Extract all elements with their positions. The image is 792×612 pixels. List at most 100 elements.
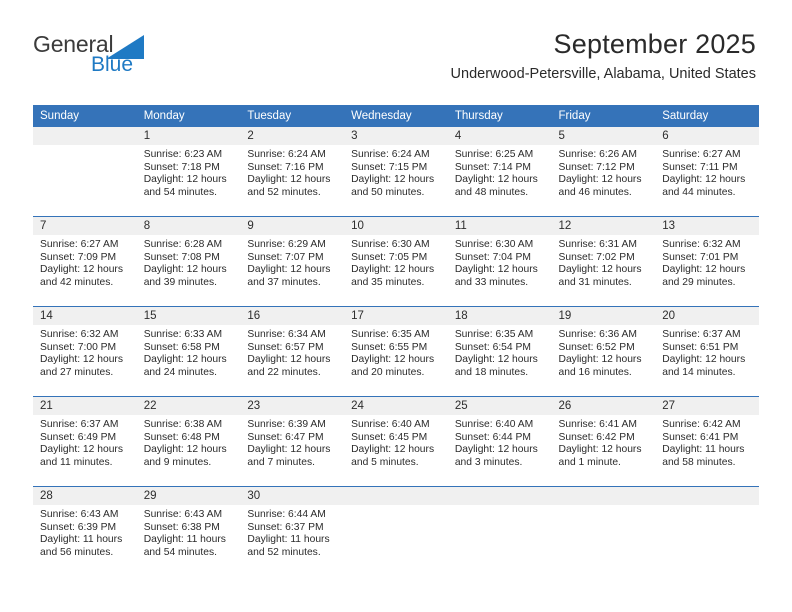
day-cell[interactable]: 13 Sunrise: 6:32 AM Sunset: 7:01 PM Dayligh… [655,217,759,306]
daylight-text-line1: Daylight: 12 hours [143,444,227,456]
sunrise-text: Sunrise: 6:38 AM [143,419,223,430]
daylight-text-line2: and 46 minutes. [558,186,632,198]
sunrise-text: Sunrise: 6:29 AM [247,239,326,250]
sunrise-text: Sunrise: 6:27 AM [40,239,119,250]
sunrise-text: Sunrise: 6:37 AM [40,419,119,430]
day-cell[interactable]: 30 Sunrise: 6:44 AM Sunset: 6:37 PM Dayligh… [240,487,345,576]
day-cell[interactable]: 22 Sunrise: 6:38 AM Sunset: 6:48 PM Dayligh… [136,397,241,486]
day-cell[interactable]: 7 Sunrise: 6:27 AM Sunset: 7:09 PM Daylight… [33,217,137,306]
calendar-cell: 16 Sunrise: 6:34 AM Sunset: 6:57 PM Dayligh… [240,306,345,397]
daylight-text-line1: Daylight: 12 hours [351,354,435,366]
calendar-cell: 23 Sunrise: 6:39 AM Sunset: 6:47 PM Dayligh… [240,396,345,487]
sunrise-text: Sunrise: 6:30 AM [454,239,534,250]
calendar-cell: 2 Sunrise: 6:24 AM Sunset: 7:16 PM Daylight… [240,127,345,217]
weekday-header-tuesday: Tuesday [240,105,345,127]
calendar-cell: 7 Sunrise: 6:27 AM Sunset: 7:09 PM Daylight… [33,216,137,307]
calendar-cell: 24 Sunrise: 6:40 AM Sunset: 6:45 PM Dayligh… [344,396,448,487]
day-details: Sunrise: 6:31 AM Sunset: 7:02 PM Daylight:… [552,235,656,289]
sunrise-sunset-calendar: Sunday Monday Tuesday Wednesday Thursday… [33,105,759,576]
daylight-text-line2: and 50 minutes. [351,186,425,198]
day-number: 22 [136,397,241,415]
daylight-text-line2: and 11 minutes. [40,456,113,468]
day-cell[interactable]: 1 Sunrise: 6:23 AM Sunset: 7:18 PM Daylight… [136,127,241,216]
day-details: Sunrise: 6:24 AM Sunset: 7:16 PM Daylight:… [240,145,344,199]
sunrise-text: Sunrise: 6:25 AM [454,149,534,160]
day-number: 19 [551,307,656,325]
day-cell[interactable]: 15 Sunrise: 6:33 AM Sunset: 6:58 PM Dayligh… [136,307,241,396]
calendar-cell: 11 Sunrise: 6:30 AM Sunset: 7:04 PM Dayligh… [447,216,552,307]
day-cell[interactable]: 10 Sunrise: 6:30 AM Sunset: 7:05 PM Dayligh… [344,217,448,306]
day-number: 21 [33,397,137,415]
day-cell[interactable]: 8 Sunrise: 6:28 AM Sunset: 7:08 PM Daylight… [136,217,241,306]
day-details: Sunrise: 6:34 AM Sunset: 6:57 PM Daylight:… [240,325,344,379]
page-header: General Blue September 2025 Underwood-Pe… [0,0,792,82]
sunrise-text: Sunrise: 6:42 AM [662,419,741,430]
daylight-text-line1: Daylight: 11 hours [143,534,226,546]
sunset-text: Sunset: 7:09 PM [40,251,117,263]
daylight-text-line1: Daylight: 12 hours [351,444,435,456]
day-number: 4 [447,127,552,145]
day-cell[interactable]: 27 Sunrise: 6:42 AM Sunset: 6:41 PM Dayligh… [655,397,759,486]
weekday-header-thursday: Thursday [447,105,552,127]
day-number: 14 [33,307,137,325]
day-details: Sunrise: 6:35 AM Sunset: 6:54 PM Daylight:… [448,325,552,379]
calendar-cell: 20 Sunrise: 6:37 AM Sunset: 6:51 PM Dayligh… [655,306,759,397]
day-cell[interactable]: 23 Sunrise: 6:39 AM Sunset: 6:47 PM Dayligh… [240,397,345,486]
daylight-text-line2: and 54 minutes. [143,546,217,558]
day-cell[interactable]: 26 Sunrise: 6:41 AM Sunset: 6:42 PM Dayligh… [551,397,656,486]
day-details: Sunrise: 6:43 AM Sunset: 6:38 PM Daylight:… [137,505,241,559]
day-cell[interactable]: 14 Sunrise: 6:32 AM Sunset: 7:00 PM Dayligh… [33,307,137,396]
day-cell[interactable]: 12 Sunrise: 6:31 AM Sunset: 7:02 PM Dayligh… [551,217,656,306]
day-cell[interactable]: 4 Sunrise: 6:25 AM Sunset: 7:14 PM Daylight… [447,127,552,216]
day-cell[interactable]: 25 Sunrise: 6:40 AM Sunset: 6:44 PM Dayligh… [447,397,552,486]
sunrise-text: Sunrise: 6:24 AM [247,149,326,160]
day-cell[interactable]: 6 Sunrise: 6:27 AM Sunset: 7:11 PM Daylight… [655,127,759,216]
sunrise-text: Sunrise: 6:24 AM [351,149,430,160]
day-cell[interactable]: 16 Sunrise: 6:34 AM Sunset: 6:57 PM Dayligh… [240,307,345,396]
calendar-cell: 10 Sunrise: 6:30 AM Sunset: 7:05 PM Dayligh… [344,216,448,307]
day-details: Sunrise: 6:37 AM Sunset: 6:51 PM Daylight:… [655,325,759,379]
day-cell[interactable]: 3 Sunrise: 6:24 AM Sunset: 7:15 PM Daylight… [344,127,448,216]
calendar-cell: 1 Sunrise: 6:23 AM Sunset: 7:18 PM Daylight… [136,127,241,217]
sunrise-text: Sunrise: 6:35 AM [351,329,430,340]
day-cell[interactable]: 21 Sunrise: 6:37 AM Sunset: 6:49 PM Dayligh… [33,397,137,486]
sunset-text: Sunset: 7:07 PM [247,251,324,263]
day-number [447,487,552,505]
day-details: Sunrise: 6:35 AM Sunset: 6:55 PM Daylight:… [344,325,448,379]
day-cell[interactable]: 2 Sunrise: 6:24 AM Sunset: 7:16 PM Daylight… [240,127,345,216]
calendar-cell: 14 Sunrise: 6:32 AM Sunset: 7:00 PM Dayligh… [33,306,137,397]
day-cell[interactable]: 18 Sunrise: 6:35 AM Sunset: 6:54 PM Dayligh… [447,307,552,396]
day-number: 15 [136,307,241,325]
day-cell[interactable]: 5 Sunrise: 6:26 AM Sunset: 7:12 PM Daylight… [551,127,656,216]
day-details: Sunrise: 6:39 AM Sunset: 6:47 PM Daylight:… [240,415,344,469]
daylight-text-line1: Daylight: 12 hours [351,174,435,186]
day-cell[interactable]: 28 Sunrise: 6:43 AM Sunset: 6:39 PM Dayligh… [33,487,137,576]
day-number: 26 [551,397,656,415]
day-cell-empty [447,487,552,576]
day-cell[interactable]: 11 Sunrise: 6:30 AM Sunset: 7:04 PM Dayligh… [447,217,552,306]
day-cell[interactable]: 9 Sunrise: 6:29 AM Sunset: 7:07 PM Daylight… [240,217,345,306]
day-cell-empty [33,127,137,216]
daylight-text-line1: Daylight: 12 hours [662,174,746,186]
day-details: Sunrise: 6:40 AM Sunset: 6:45 PM Daylight:… [344,415,448,469]
daylight-text-line1: Daylight: 12 hours [143,174,227,186]
day-details: Sunrise: 6:30 AM Sunset: 7:05 PM Daylight:… [344,235,448,289]
day-cell[interactable]: 24 Sunrise: 6:40 AM Sunset: 6:45 PM Dayligh… [344,397,448,486]
sunrise-text: Sunrise: 6:35 AM [454,329,534,340]
daylight-text-line2: and 52 minutes. [247,186,321,198]
calendar-cell: 26 Sunrise: 6:41 AM Sunset: 6:42 PM Dayligh… [551,396,656,487]
daylight-text-line2: and 54 minutes. [143,186,217,198]
sunset-text: Sunset: 7:15 PM [351,161,428,173]
calendar-page: General Blue September 2025 Underwood-Pe… [0,0,792,612]
brand-logo[interactable]: General Blue [33,32,233,78]
day-cell[interactable]: 20 Sunrise: 6:37 AM Sunset: 6:51 PM Dayligh… [655,307,759,396]
day-cell[interactable]: 17 Sunrise: 6:35 AM Sunset: 6:55 PM Dayligh… [344,307,448,396]
calendar-week-row: 28 Sunrise: 6:43 AM Sunset: 6:39 PM Dayligh… [33,486,759,576]
title-block: September 2025 Underwood-Petersville, Al… [451,28,756,83]
day-number: 24 [344,397,448,415]
day-details: Sunrise: 6:27 AM Sunset: 7:09 PM Daylight:… [33,235,137,289]
sunrise-text: Sunrise: 6:26 AM [558,149,637,160]
day-cell[interactable]: 19 Sunrise: 6:36 AM Sunset: 6:52 PM Dayligh… [551,307,656,396]
day-cell[interactable]: 29 Sunrise: 6:43 AM Sunset: 6:38 PM Dayligh… [136,487,241,576]
day-number: 10 [344,217,448,235]
